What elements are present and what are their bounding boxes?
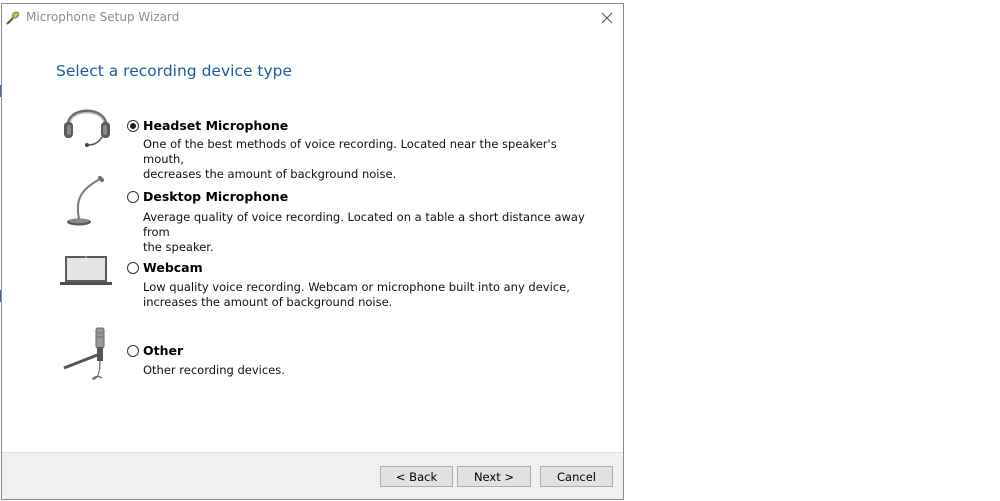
headset-radio[interactable] — [127, 120, 139, 132]
page-heading: Select a recording device type — [56, 62, 293, 80]
title-bar: Microphone Setup Wizard — [2, 4, 623, 32]
desktop-microphone-radio[interactable] — [127, 191, 139, 203]
webcam-radio[interactable] — [127, 262, 139, 274]
description-line: Low quality voice recording. Webcam or m… — [143, 280, 570, 294]
close-icon — [601, 12, 613, 24]
close-button[interactable] — [597, 8, 617, 28]
window-title: Microphone Setup Wizard — [26, 10, 180, 24]
stand-microphone-icon — [58, 326, 116, 388]
webcam-label[interactable]: Webcam — [143, 260, 203, 275]
cancel-button[interactable]: Cancel — [540, 466, 613, 487]
other-description: Other recording devices. — [143, 363, 593, 378]
description-line: increases the amount of background noise… — [143, 295, 393, 309]
headset-label[interactable]: Headset Microphone — [143, 118, 288, 133]
description-line: One of the best methods of voice recordi… — [143, 137, 557, 166]
setup-wizard-window: Microphone Setup Wizard Select a recordi… — [1, 3, 624, 500]
laptop-webcam-icon — [58, 252, 116, 296]
description-line: decreases the amount of background noise… — [143, 167, 397, 181]
other-radio[interactable] — [127, 345, 139, 357]
desktop-microphone-icon — [58, 170, 116, 234]
next-button[interactable]: Next > — [457, 466, 531, 487]
microphone-app-icon — [5, 10, 21, 26]
desktop-microphone-description: Average quality of voice recording. Loca… — [143, 210, 593, 255]
headset-description: One of the best methods of voice recordi… — [143, 137, 593, 182]
description-line: Other recording devices. — [143, 363, 285, 377]
back-button[interactable]: < Back — [380, 466, 453, 487]
desktop-microphone-label[interactable]: Desktop Microphone — [143, 189, 288, 204]
headset-icon — [58, 100, 116, 152]
other-label[interactable]: Other — [143, 343, 183, 358]
webcam-description: Low quality voice recording. Webcam or m… — [143, 280, 593, 310]
wizard-footer: < Back Next > Cancel — [2, 452, 623, 499]
description-line: the speaker. — [143, 240, 214, 254]
description-line: Average quality of voice recording. Loca… — [143, 210, 585, 239]
